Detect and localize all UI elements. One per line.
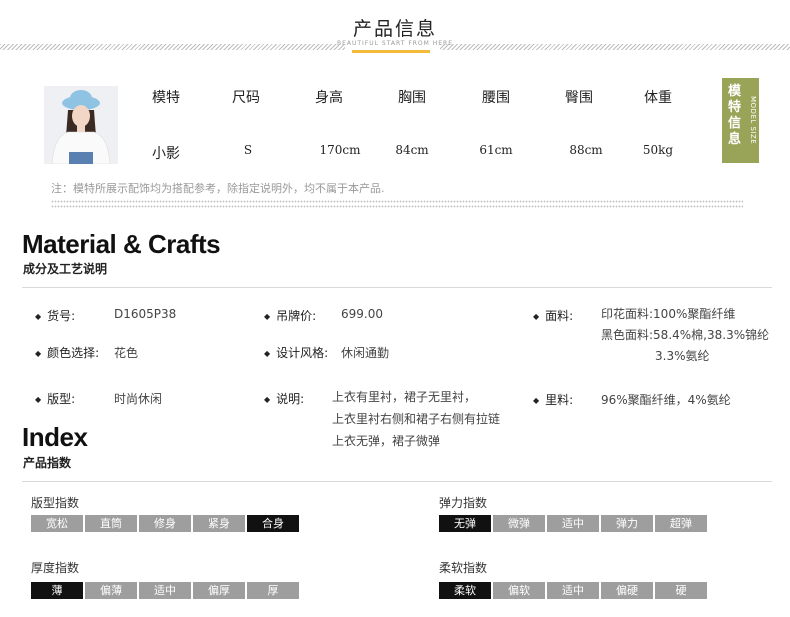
fabric-key: 面料: (533, 307, 573, 324)
model-label-size: 尺码 (232, 90, 260, 106)
tag-price-value: 699.00 (341, 307, 383, 321)
material-divider (22, 287, 772, 288)
description-line: 上衣无弹，裙子微弹 (332, 434, 441, 448)
elasticity-index-option: 弹力 (601, 515, 653, 532)
dotted-divider (51, 205, 743, 208)
model-value-size: S (243, 143, 253, 157)
fabric-line: 3.3%氨纶 (655, 349, 710, 363)
item-no-value: D1605P38 (114, 307, 177, 321)
index-section-title: Index (22, 422, 88, 452)
softness-index-option: 柔软 (439, 582, 491, 599)
fit-value: 时尚休闲 (114, 392, 163, 406)
thickness-index-option: 适中 (139, 582, 191, 599)
model-label-hip: 臀围 (565, 90, 593, 106)
elasticity-index-option: 无弹 (439, 515, 491, 532)
fit-index-label: 版型指数 (31, 496, 80, 510)
model-size-tag: 模特信息 MODEL SIZE (722, 78, 759, 163)
model-label-bust: 胸围 (398, 90, 426, 106)
elasticity-index-scale: 无弹 微弹 适中 弹力 超弹 (439, 515, 707, 532)
model-value-bust: 84cm (395, 143, 429, 157)
fit-index-option: 宽松 (31, 515, 83, 532)
model-value-weight: 50kg (642, 143, 674, 157)
fit-index-option: 合身 (247, 515, 299, 532)
softness-index-option: 适中 (547, 582, 599, 599)
style-value: 休闲通勤 (341, 346, 390, 360)
model-photo-illustration (44, 86, 118, 164)
softness-index-option: 偏软 (493, 582, 545, 599)
color-key: 颜色选择: (35, 344, 99, 361)
model-label-weight: 体重 (644, 90, 672, 106)
model-value-name: 小影 (152, 146, 180, 162)
model-accessory-note: 注：模特所展示配饰均为搭配参考，除指定说明外，均不属于本产品. (51, 182, 385, 195)
elasticity-index-option: 超弹 (655, 515, 707, 532)
model-label-name: 模特 (152, 90, 180, 106)
thickness-index-option: 薄 (31, 582, 83, 599)
softness-index-option: 硬 (655, 582, 707, 599)
index-section-subtitle: 产品指数 (23, 456, 72, 470)
model-value-height: 170cm (319, 143, 361, 157)
model-size-tag-en: MODEL SIZE (749, 95, 757, 145)
model-label-waist: 腰围 (482, 90, 510, 106)
model-size-tag-cn: 模特信息 (727, 84, 741, 147)
description-value: 上衣有里衬，裙子无里衬， 上衣里衬右侧和裙子右侧有拉链 上衣无弹，裙子微弹 (332, 386, 500, 452)
thickness-index-option: 偏薄 (85, 582, 137, 599)
fit-index-option: 紧身 (193, 515, 245, 532)
softness-index-label: 柔软指数 (439, 561, 488, 575)
style-key: 设计风格: (264, 344, 328, 361)
hatch-divider-left (0, 44, 345, 50)
softness-index-scale: 柔软 偏软 适中 偏硬 硬 (439, 582, 707, 599)
lining-key: 里料: (533, 391, 573, 408)
model-value-waist: 61cm (479, 143, 513, 157)
description-line: 上衣有里衬，裙子无里衬， (332, 390, 477, 404)
dotted-divider (51, 200, 743, 203)
section-title-product-info: 产品信息 (352, 18, 437, 40)
index-divider (22, 481, 772, 482)
fit-index-option: 修身 (139, 515, 191, 532)
color-value: 花色 (114, 346, 139, 360)
thickness-index-option: 厚 (247, 582, 299, 599)
fabric-line: 黑色面料:58.4%棉,38.3%锦纶 (601, 328, 770, 342)
title-accent-bar (352, 50, 430, 53)
hatch-divider-right (440, 44, 790, 50)
item-no-key: 货号: (35, 307, 75, 324)
description-line: 上衣里衬右侧和裙子右侧有拉链 (332, 412, 501, 426)
thickness-index-scale: 薄 偏薄 适中 偏厚 厚 (31, 582, 299, 599)
thickness-index-option: 偏厚 (193, 582, 245, 599)
material-section-subtitle: 成分及工艺说明 (23, 262, 108, 276)
model-label-height: 身高 (315, 90, 343, 106)
elasticity-index-label: 弹力指数 (439, 496, 488, 510)
fit-index-option: 直筒 (85, 515, 137, 532)
description-key: 说明: (264, 390, 304, 407)
model-photo (44, 86, 118, 164)
model-value-hip: 88cm (569, 143, 603, 157)
fabric-value: 印花面料:100%聚酯纤维 黑色面料:58.4%棉,38.3%锦纶 3.3%氨纶 (601, 304, 769, 367)
softness-index-option: 偏硬 (601, 582, 653, 599)
elasticity-index-option: 微弹 (493, 515, 545, 532)
fit-key: 版型: (35, 390, 75, 407)
fabric-line: 印花面料:100%聚酯纤维 (601, 307, 736, 321)
fit-index-scale: 宽松 直筒 修身 紧身 合身 (31, 515, 299, 532)
thickness-index-label: 厚度指数 (31, 561, 80, 575)
elasticity-index-option: 适中 (547, 515, 599, 532)
material-section-title: Material & Crafts (22, 229, 221, 259)
tag-price-key: 吊牌价: (264, 307, 316, 324)
lining-value: 96%聚酯纤维，4%氨纶 (601, 393, 731, 407)
